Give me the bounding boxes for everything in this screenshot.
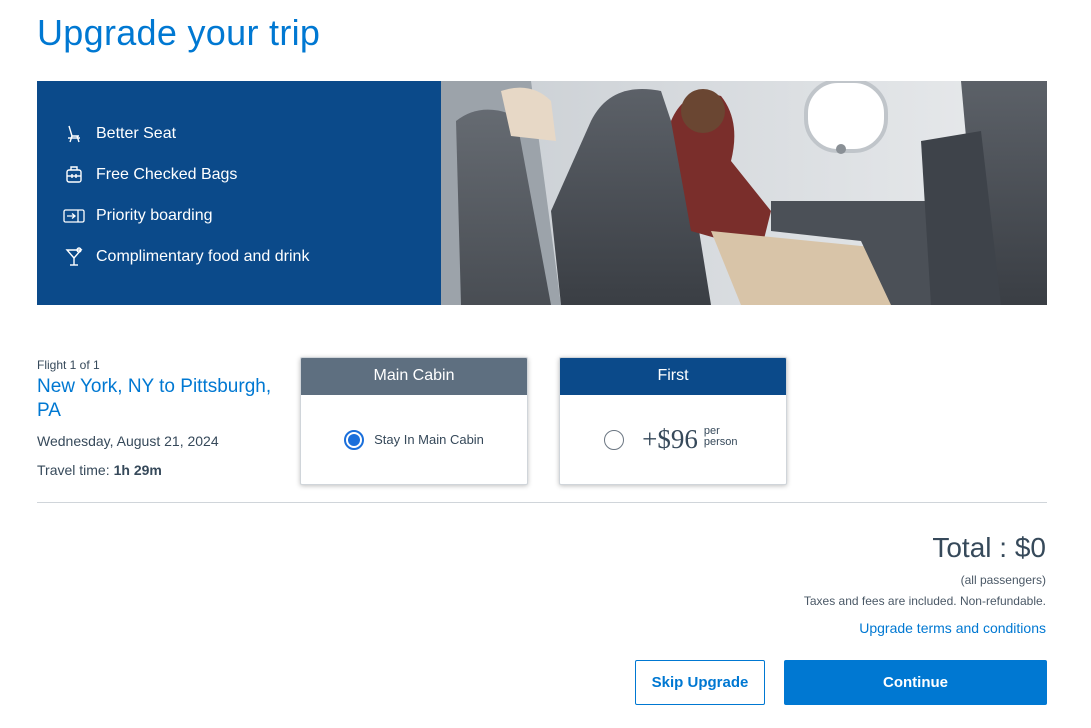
benefit-checked-bags: Free Checked Bags [37,154,441,195]
first-class-cabin-photo [441,81,1047,305]
seat-icon [63,123,85,145]
benefit-food-drink: Complimentary food and drink [37,236,441,277]
benefit-priority-boarding: Priority boarding [37,195,441,236]
continue-button[interactable]: Continue [784,660,1047,705]
benefit-label: Complimentary food and drink [96,247,310,265]
flight-date: Wednesday, August 21, 2024 [37,433,219,449]
upgrade-terms-link[interactable]: Upgrade terms and conditions [859,620,1046,636]
benefit-label: Free Checked Bags [96,165,238,183]
upgrade-hero: Better Seat Free Checked Bags Priority b… [37,81,1047,305]
first-cabin-radio[interactable] [604,429,625,450]
luggage-icon [63,164,85,186]
first-cabin-card[interactable]: First +$96 per person [559,357,787,485]
travel-time: Travel time: 1h 29m [37,462,277,478]
benefit-label: Priority boarding [96,206,213,224]
page-title: Upgrade your trip [37,12,321,53]
main-cabin-option[interactable]: Stay In Main Cabin [301,395,527,484]
all-passengers-note: (all passengers) [960,573,1046,587]
first-cabin-option[interactable]: +$96 per person [560,395,786,484]
flight-count: Flight 1 of 1 [37,358,100,372]
taxes-note: Taxes and fees are included. Non-refunda… [803,594,1046,608]
per-person-label: per person [703,424,738,448]
boarding-pass-icon [63,205,85,227]
skip-upgrade-button[interactable]: Skip Upgrade [635,660,765,705]
first-upgrade-price: +$96 [642,424,698,454]
benefits-panel: Better Seat Free Checked Bags Priority b… [37,81,441,305]
flight-route: New York, NY to Pittsburgh, PA [37,376,272,421]
benefit-better-seat: Better Seat [37,113,441,154]
first-cabin-header: First [560,358,786,395]
flight-info: Flight 1 of 1 New York, NY to Pittsburgh… [37,358,277,478]
benefit-label: Better Seat [96,124,177,142]
main-cabin-radio[interactable] [344,429,365,450]
section-divider [37,502,1047,503]
main-cabin-header: Main Cabin [301,358,527,395]
main-cabin-card[interactable]: Main Cabin Stay In Main Cabin [300,357,528,485]
total-price: Total : $0 [932,532,1046,563]
travel-time-value: 1h 29m [113,462,162,478]
stay-in-main-cabin-label: Stay In Main Cabin [374,432,484,447]
cocktail-icon [63,246,85,268]
travel-time-label: Travel time: [37,462,110,478]
